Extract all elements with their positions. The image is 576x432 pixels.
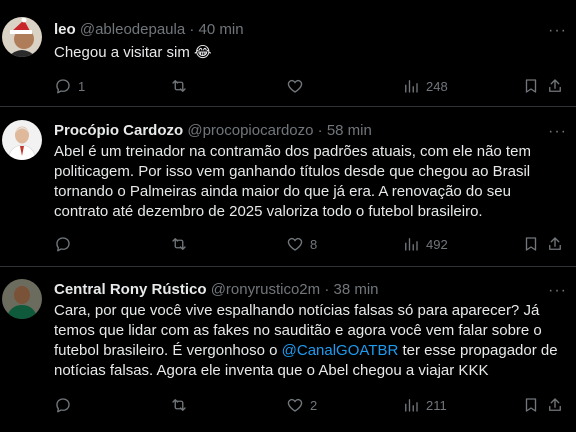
heart-icon (287, 79, 303, 93)
action-bar: 1 248 (54, 76, 566, 96)
retweet-button[interactable] (170, 76, 194, 96)
avatar[interactable] (2, 279, 42, 319)
tweet[interactable]: Procópio Cardozo @procopiocardozo · 58 m… (0, 107, 576, 267)
share-icon (549, 79, 561, 92)
bookmark-button[interactable] (522, 234, 540, 254)
tweet-header: Procópio Cardozo @procopiocardozo · 58 m… (54, 121, 372, 141)
bookmark-icon (525, 398, 537, 412)
tweet-text: Abel é um treinador na contramão dos pad… (54, 143, 531, 220)
user-handle[interactable]: @ronyrustico2m (211, 281, 320, 298)
retweet-button[interactable] (170, 234, 194, 254)
timestamp[interactable]: 38 min (333, 281, 378, 298)
timestamp[interactable]: 40 min (199, 21, 244, 38)
share-button[interactable] (546, 76, 564, 96)
avatar[interactable] (2, 17, 42, 57)
like-button[interactable] (286, 76, 310, 96)
like-button[interactable]: 8 (286, 234, 317, 254)
views-count: 211 (426, 397, 447, 413)
display-name[interactable]: Central Rony Rústico (54, 281, 207, 298)
reply-count: 1 (78, 78, 86, 94)
like-button[interactable]: 2 (286, 395, 317, 415)
views-count: 248 (426, 78, 448, 94)
like-count: 2 (310, 397, 318, 413)
reply-icon (56, 398, 70, 413)
reply-button[interactable] (54, 234, 78, 254)
like-count: 8 (310, 236, 318, 252)
retweet-button[interactable] (170, 395, 194, 415)
reply-feed: leo @ableodepaula · 40 min ··· Chegou a … (0, 0, 576, 432)
display-name[interactable]: Procópio Cardozo (54, 122, 183, 139)
reply-button[interactable] (54, 395, 78, 415)
separator-dot: · (324, 281, 330, 298)
views-icon (405, 238, 418, 251)
tweet-text: Cara, por que você vive espalhando notíc… (54, 301, 566, 381)
share-button[interactable] (546, 234, 564, 254)
user-handle[interactable]: @procopiocardozo (187, 122, 313, 139)
avatar[interactable] (2, 120, 42, 160)
retweet-icon (172, 238, 186, 250)
share-icon (549, 398, 561, 411)
reply-icon (56, 79, 70, 94)
views-count: 492 (426, 236, 448, 252)
tweet[interactable]: leo @ableodepaula · 40 min ··· Chegou a … (0, 0, 576, 107)
tweet[interactable]: Central Rony Rústico @ronyrustico2m · 38… (0, 267, 576, 432)
user-handle[interactable]: @ableodepaula (80, 21, 185, 38)
separator-dot: · (317, 122, 323, 139)
heart-icon (287, 237, 303, 251)
tweet-header: Central Rony Rústico @ronyrustico2m · 38… (54, 280, 379, 300)
heart-icon (287, 398, 303, 412)
views-button[interactable]: 211 (402, 395, 447, 415)
mention-link[interactable]: @CanalGOATBR (282, 342, 399, 359)
separator-dot: · (189, 21, 195, 38)
share-button[interactable] (546, 395, 564, 415)
reply-button[interactable]: 1 (54, 76, 85, 96)
retweet-icon (172, 399, 186, 411)
tweet-text: Chegou a visitar sim 😂 (54, 44, 212, 61)
action-bar: 8 492 (54, 234, 566, 254)
views-button[interactable]: 492 (402, 234, 448, 254)
retweet-icon (172, 80, 186, 92)
views-button[interactable]: 248 (402, 76, 448, 96)
views-icon (405, 399, 418, 412)
share-icon (549, 237, 561, 250)
action-bar: 2 211 (54, 395, 566, 415)
tweet-header: leo @ableodepaula · 40 min (54, 20, 244, 40)
display-name[interactable]: leo (54, 21, 76, 38)
bookmark-button[interactable] (522, 395, 540, 415)
bookmark-icon (525, 237, 537, 251)
bookmark-button[interactable] (522, 76, 540, 96)
timestamp[interactable]: 58 min (327, 122, 372, 139)
more-icon[interactable]: ··· (548, 23, 566, 44)
reply-icon (56, 237, 70, 252)
views-icon (405, 80, 418, 93)
bookmark-icon (525, 79, 537, 93)
